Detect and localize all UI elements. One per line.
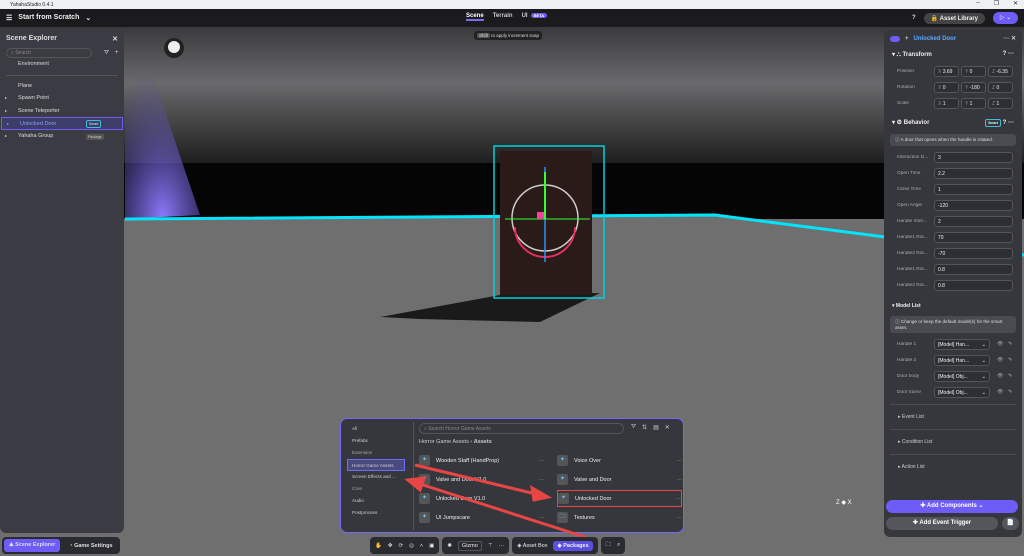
scale-tool-icon[interactable]: ◎ [409, 543, 414, 549]
magic-wand-icon[interactable]: ⚚ [488, 543, 493, 549]
light-icon[interactable]: ✺ [447, 543, 452, 549]
chevron-up-icon[interactable]: ˄ [420, 543, 423, 549]
hand-tool-icon[interactable]: ✋ [375, 543, 382, 549]
bottom-toolbar: ✋ ✥ ⟳ ◎ ˄ ▣ ✺ Gizmo ⚚ ··· ◈ Asset Box ◈ Packages … [370, 537, 626, 554]
pivot-icon[interactable]: ▣ [429, 543, 434, 549]
annotation-arrows [404, 463, 586, 539]
packages-button[interactable]: ◈ Packages [553, 540, 593, 551]
more-icon[interactable]: ··· [499, 543, 505, 549]
tab-scene-explorer[interactable]: ⛰ Scene Explorer [4, 539, 61, 552]
rotate-tool-icon[interactable]: ⟳ [398, 543, 403, 549]
bottom-left-tabs: ⛰ Scene Explorer ◔ Game Settings [2, 537, 120, 554]
move-tool-icon[interactable]: ✥ [388, 543, 393, 549]
asset-box-button[interactable]: ◈ Asset Box [517, 543, 547, 549]
tab-game-settings[interactable]: ◔ Game Settings [64, 540, 117, 552]
gizmo-button[interactable]: Gizmo [457, 540, 482, 551]
folder-icon[interactable]: 🗀 [606, 541, 612, 550]
search-icon[interactable]: ⌕ [617, 542, 620, 549]
